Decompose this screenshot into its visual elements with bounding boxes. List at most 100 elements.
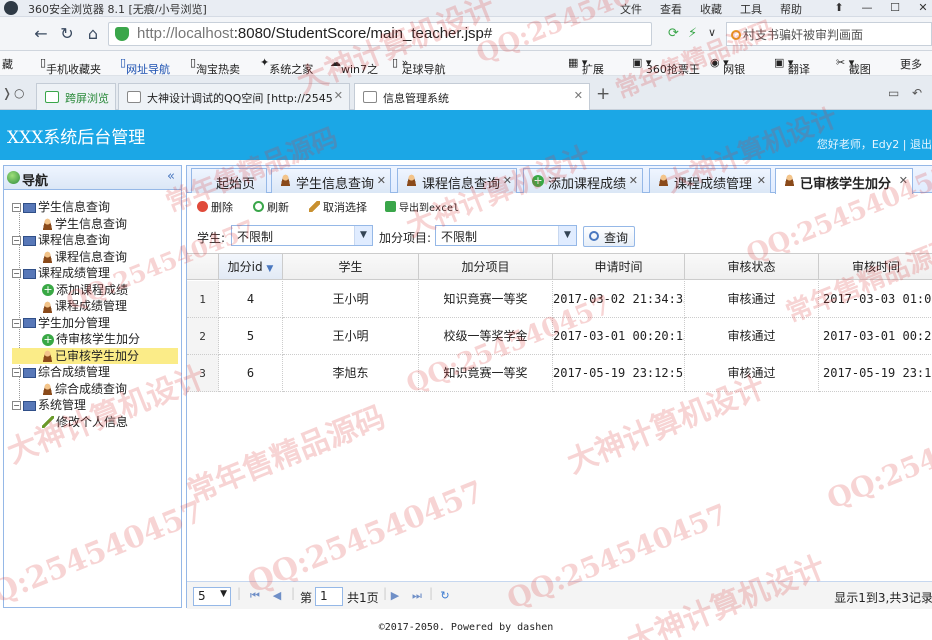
menu-help[interactable]: 帮助 (780, 1, 802, 17)
sidebar-group-student-bonus[interactable]: − 学生加分管理 (12, 315, 110, 331)
collapse-icon[interactable]: − (12, 368, 21, 377)
tab-approved-bonus[interactable]: 已审核学生加分 ✕ (775, 168, 913, 194)
computer-icon (23, 367, 36, 378)
last-page-icon[interactable]: ⏭ (409, 587, 425, 605)
menu-view[interactable]: 查看 (660, 1, 682, 17)
next-page-icon[interactable]: ▶ (387, 587, 403, 605)
collapse-icon[interactable]: − (12, 203, 21, 212)
search-input[interactable]: 村支书骗奸被审判画面 (726, 22, 932, 46)
sidebar-item-pending-bonus[interactable]: + 待审核学生加分 (42, 331, 140, 347)
collapse-icon[interactable]: − (12, 318, 21, 328)
total-pages: 共1页 (347, 591, 379, 605)
sidebar-item-course-info-query[interactable]: 课程信息查询 (42, 249, 127, 265)
bonus-item-select[interactable]: 不限制 ▼ (435, 225, 577, 246)
back-arrow-icon[interactable]: ← (32, 25, 50, 43)
sidebar-item-overall-score-query[interactable]: 综合成绩查询 (42, 381, 127, 397)
menu-file[interactable]: 文件 (620, 1, 642, 17)
double-chevron-left-icon[interactable]: « (167, 169, 175, 184)
new-tab-icon[interactable]: + (596, 84, 610, 104)
refresh-green-icon[interactable]: ⟳ (668, 26, 679, 41)
collapse-icon[interactable]: − (12, 269, 21, 278)
bookmark-football[interactable]: ▯ 足球导航 » (392, 56, 446, 76)
bookmark-bank[interactable]: ◉ 网银 ▾ (710, 56, 745, 76)
delete-icon (197, 201, 208, 212)
user-info[interactable]: 您好老师，Edy2 | 退出 (817, 136, 932, 152)
sidebar-group-course-score[interactable]: − 课程成绩管理 (12, 265, 110, 281)
cancel-select-button[interactable]: 取消选择 (309, 199, 367, 215)
restore-tab-icon[interactable]: ○ (14, 86, 24, 100)
tab-close-icon[interactable]: ✕ (629, 174, 638, 187)
sidebar-item-student-info-query[interactable]: 学生信息查询 (42, 216, 127, 232)
bookmark-win7[interactable]: ☁ win7之 (330, 56, 378, 76)
tab-close-icon[interactable]: ✕ (503, 174, 512, 187)
grid-header-student[interactable]: 学生 (283, 254, 419, 280)
row-number: 3 (187, 355, 219, 392)
sidebar-item-course-score-manage[interactable]: 课程成绩管理 (42, 298, 127, 314)
refresh-icon (253, 201, 264, 212)
page-number-input[interactable]: 1 (315, 587, 343, 606)
browser-tab-system[interactable]: 信息管理系统 ✕ (354, 83, 590, 110)
sidebar-item-add-course-score[interactable]: + 添加课程成绩 (42, 282, 128, 298)
reload-page-icon[interactable]: ↻ (437, 587, 453, 605)
bookmark-translate[interactable]: ▣ 翻译 ▾ (774, 56, 810, 76)
sidebar-group-overall-score[interactable]: − 综合成绩管理 (12, 364, 110, 380)
tab-student-info[interactable]: 学生信息查询 ✕ (271, 168, 391, 193)
tab-add-score[interactable]: + 添加课程成绩 ✕ (523, 168, 643, 193)
bookmark-screenshot[interactable]: ✂ 截图 ▾ (836, 56, 871, 76)
grid-header-review-time[interactable]: 审核时间 (819, 254, 932, 280)
pin-icon[interactable]: ⬆ (828, 0, 850, 15)
bookmark-nav[interactable]: ▯ 网址导航 (120, 56, 170, 76)
tab-close-icon[interactable]: ✕ (757, 174, 766, 187)
menu-tools[interactable]: 工具 (740, 1, 762, 17)
tab-manager-icon[interactable]: ▭ (888, 86, 899, 100)
sidebar-group-student-info[interactable]: − 学生信息查询 (12, 199, 110, 215)
prev-page-icon[interactable]: ◀ (269, 587, 285, 605)
sidebar-item-approved-bonus[interactable]: 已审核学生加分 (12, 347, 178, 364)
bookmark-tickets[interactable]: ▣ 360抢票王 ▾ (632, 56, 700, 76)
page-size-select[interactable]: 5 ▼ (193, 587, 231, 606)
close-icon[interactable]: ✕ (912, 0, 932, 15)
tab-close-icon[interactable]: ✕ (899, 174, 908, 187)
sidebar-item-edit-profile[interactable]: 修改个人信息 (42, 414, 128, 430)
collapse-icon[interactable]: − (12, 236, 21, 245)
undo-close-icon[interactable]: ↶ (912, 86, 922, 100)
first-page-icon[interactable]: ⏮ (247, 587, 263, 605)
tab-home[interactable]: 起始页 (191, 168, 267, 193)
query-button[interactable]: 查询 (583, 226, 635, 247)
bookmark-more[interactable]: 更多 (900, 56, 922, 72)
export-excel-button[interactable]: 导出到excel (385, 199, 459, 214)
user-icon (42, 300, 53, 313)
maximize-icon[interactable]: ☐ (884, 0, 906, 15)
refresh-button[interactable]: 刷新 (253, 199, 289, 215)
browser-tab-qzone[interactable]: 大神设计调试的QQ空间 [http://2545 ✕ (118, 83, 350, 110)
grid-header-id[interactable]: 加分id ▼ (219, 254, 283, 280)
browser-tab-crossscreen[interactable]: 跨屏浏览 (36, 83, 116, 110)
bookmark-favorites[interactable]: 藏 (2, 56, 13, 72)
sidebar-group-course-info[interactable]: − 课程信息查询 (12, 232, 110, 248)
tab-score-manage[interactable]: 课程成绩管理 ✕ (649, 168, 771, 193)
grid-header-status[interactable]: 审核状态 (685, 254, 819, 280)
delete-button[interactable]: 删除 (197, 199, 233, 215)
student-select[interactable]: 不限制 ▼ (231, 225, 373, 246)
minimize-icon[interactable]: — (856, 0, 878, 15)
tab-list-icon[interactable]: ❭ (2, 86, 12, 100)
lightning-icon[interactable]: ⚡ (688, 26, 697, 41)
tab-close-icon[interactable]: ✕ (574, 89, 583, 102)
url-field[interactable]: http://localhost:8080/StudentScore/main_… (108, 22, 652, 46)
bookmark-extensions[interactable]: ▦ 扩展 ▾ (568, 56, 604, 76)
tab-course-info[interactable]: 课程信息查询 ✕ (397, 168, 517, 193)
tab-close-icon[interactable]: ✕ (377, 174, 386, 187)
grid-header-apply-time[interactable]: 申请时间 (553, 254, 685, 280)
bookmark-taobao[interactable]: ▯ 淘宝热卖 (190, 56, 240, 76)
chevron-down-icon[interactable]: ∨ (708, 26, 716, 39)
menu-favorites[interactable]: 收藏 (700, 1, 722, 17)
bookmark-xitong[interactable]: ✦ 系统之家 (260, 56, 313, 76)
home-icon[interactable]: ⌂ (84, 25, 102, 43)
pager-summary: 显示1到3,共3记录 (834, 591, 932, 605)
bookmark-mobile[interactable]: ▯ 手机收藏夹 (40, 56, 101, 76)
reload-icon[interactable]: ↻ (58, 25, 76, 43)
grid-header-bonus-item[interactable]: 加分项目 (419, 254, 553, 280)
collapse-icon[interactable]: − (12, 401, 21, 410)
tab-close-icon[interactable]: ✕ (333, 89, 343, 102)
sidebar-group-system[interactable]: − 系统管理 (12, 397, 86, 413)
